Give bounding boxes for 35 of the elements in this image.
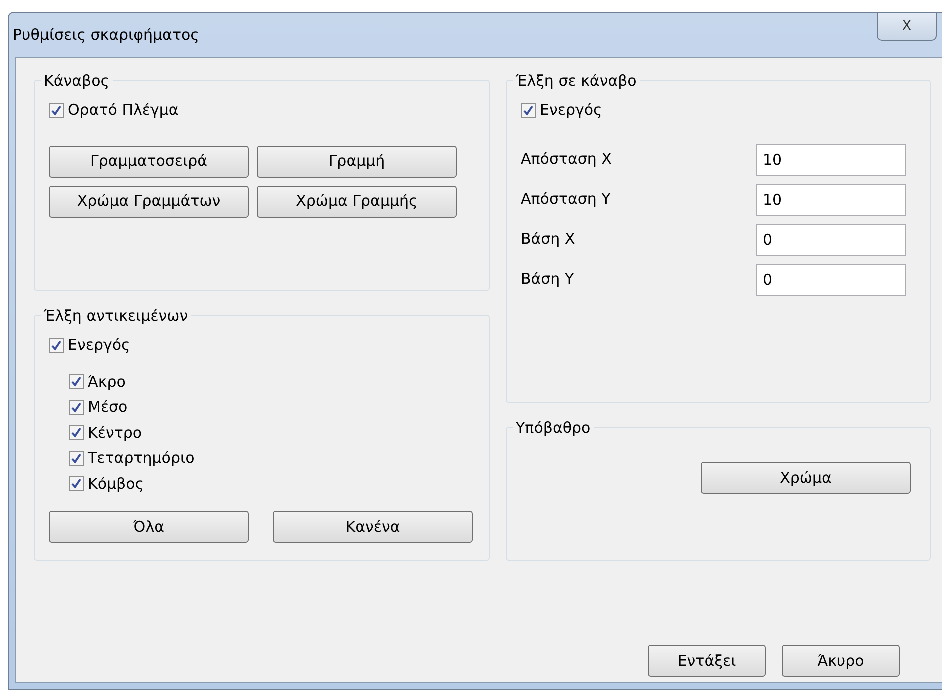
close-button[interactable]: X bbox=[877, 13, 937, 41]
push-button[interactable]: Κανένα bbox=[273, 511, 473, 543]
input-field[interactable]: 0 bbox=[756, 264, 906, 296]
push-button[interactable]: Εντάξει bbox=[648, 645, 766, 677]
field-label: Βάση X bbox=[521, 229, 576, 250]
push-button[interactable]: Χρώμα Γραμμής bbox=[257, 186, 457, 218]
checkbox[interactable] bbox=[69, 374, 84, 390]
checkbox[interactable] bbox=[49, 102, 64, 118]
field-label: Απόσταση Y bbox=[521, 189, 611, 210]
push-button[interactable]: Χρώμα bbox=[701, 462, 911, 494]
checkbox-label: Άκρο bbox=[88, 372, 126, 392]
checkbox[interactable] bbox=[69, 400, 84, 415]
checkbox-label: Τεταρτημόριο bbox=[88, 448, 195, 469]
field-label: Απόσταση X bbox=[521, 149, 612, 170]
push-button[interactable]: Γραμμή bbox=[257, 146, 457, 178]
checkbox[interactable] bbox=[69, 425, 84, 440]
checkbox[interactable] bbox=[49, 338, 64, 353]
input-field[interactable]: 10 bbox=[756, 184, 906, 216]
checkbox-label: Ενεργός bbox=[540, 100, 602, 121]
push-button[interactable]: Χρώμα Γραμμάτων bbox=[49, 186, 249, 218]
checkbox-label: Ορατό Πλέγμα bbox=[68, 100, 179, 121]
checkbox-label: Κέντρο bbox=[88, 422, 142, 444]
checkbox[interactable] bbox=[521, 102, 536, 118]
window-title: Ρυθμίσεις σκαριφήματος bbox=[13, 24, 200, 46]
push-button[interactable]: Όλα bbox=[49, 511, 249, 543]
checkbox[interactable] bbox=[69, 450, 84, 466]
checkbox-label: Μέσο bbox=[88, 397, 128, 418]
checkbox-label: Κόμβος bbox=[88, 474, 144, 494]
push-button[interactable]: Γραμματοσειρά bbox=[49, 146, 249, 178]
push-button[interactable]: Άκυρο bbox=[782, 645, 900, 677]
checkbox[interactable] bbox=[69, 476, 84, 492]
input-field[interactable]: 0 bbox=[756, 224, 906, 256]
input-field[interactable]: 10 bbox=[756, 144, 906, 176]
checkbox-label: Ενεργός bbox=[68, 335, 130, 356]
field-label: Βάση Y bbox=[521, 269, 574, 290]
